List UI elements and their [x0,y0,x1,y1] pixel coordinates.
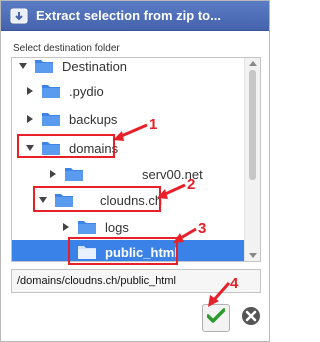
destination-folder-label: Select destination folder [13,43,120,54]
folder-icon [41,83,61,99]
destination-path-field[interactable]: /domains/cloudns.ch/public_html [11,269,261,293]
folder-icon [77,244,97,260]
tree-item-backups[interactable]: backups [12,107,245,131]
annotation-number: 2 [187,176,196,193]
tree-item-pydio[interactable]: .pydio [12,79,245,103]
collapsed-icon[interactable] [48,169,58,179]
scroll-up-icon[interactable] [249,61,257,66]
annotation-number: 1 [149,116,158,133]
tree-item-label: cloudns.ch [100,192,163,208]
collapsed-icon[interactable] [25,86,35,96]
tree-item-serv00[interactable]: serv00.net [12,162,245,186]
cancel-button[interactable] [237,304,265,332]
folder-tree[interactable]: Destination .pydio backups domains serv0… [11,57,261,262]
checkmark-icon [206,307,226,329]
close-icon [241,306,261,331]
dialog-title: Extract selection from zip to... [36,8,221,23]
tree-item-logs[interactable]: logs [12,215,245,239]
tree-item-destination[interactable]: Destination [12,58,245,78]
tree-scrollbar[interactable] [244,58,260,261]
folder-icon [41,140,61,156]
folder-icon [41,111,61,127]
folder-icon [77,219,97,235]
folder-icon [54,192,74,208]
expanded-icon[interactable] [25,143,35,153]
tree-item-label: .pydio [69,83,104,99]
tree-item-label: domains [69,140,119,156]
tree-item-label: logs [105,219,129,235]
expanded-icon[interactable] [18,61,28,71]
ok-button[interactable] [202,304,230,332]
dialog-titlebar[interactable]: Extract selection from zip to... [1,1,269,31]
extract-dialog: Extract selection from zip to... Select … [0,0,270,342]
expanded-icon[interactable] [38,195,48,205]
folder-icon [34,58,54,74]
tree-item-label: public_html [105,244,178,260]
tree-item-domains[interactable]: domains [12,136,245,160]
tree-item-label: Destination [62,58,128,74]
collapsed-icon[interactable] [25,114,35,124]
archive-extract-icon [8,5,30,27]
tree-item-label: backups [69,111,118,127]
annotation-number: 4 [230,275,239,292]
folder-icon [64,166,84,182]
tree-item-public-html[interactable]: public_html [12,240,245,261]
collapsed-icon[interactable] [61,222,71,232]
tree-item-cloudns[interactable]: cloudns.ch [12,188,245,212]
scroll-down-icon[interactable] [249,253,257,258]
scroll-thumb[interactable] [249,70,256,180]
annotation-number: 3 [198,220,207,237]
